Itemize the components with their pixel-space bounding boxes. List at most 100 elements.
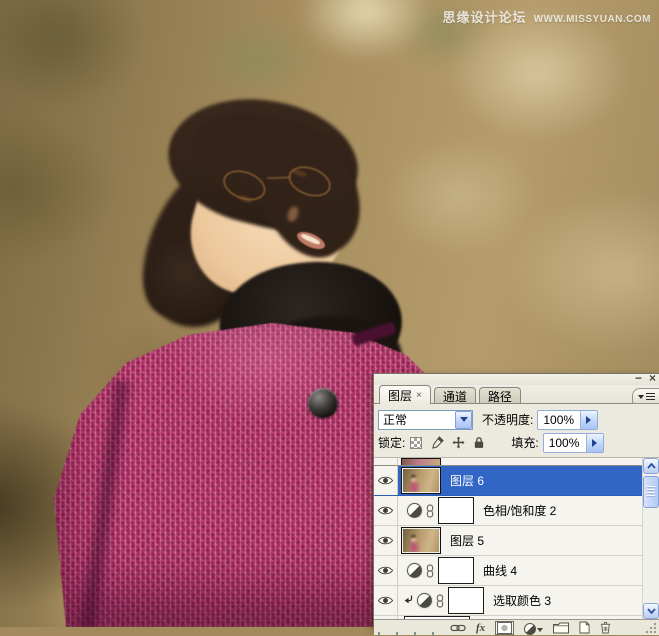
triangle-right-icon [591,438,601,447]
scroll-up-button[interactable] [643,458,659,474]
layer-row-tuceng-5[interactable]: 图层 5 [374,526,642,556]
eye-icon [377,596,394,605]
link-mask-icon [426,503,434,518]
chevron-up-icon [646,463,656,469]
docked-panel-edge [378,632,450,636]
blend-mode-value: 正常 [383,413,408,427]
fill-slider-button[interactable] [585,433,603,452]
layer-name[interactable]: 图层 5 [450,532,484,549]
new-layer-button[interactable] [579,621,590,635]
layer-name[interactable]: 曲线 4 [483,562,517,579]
adjustment-layer-icon[interactable] [407,503,422,518]
tab-paths-label: 路径 [487,389,512,404]
layer-list: 图层 6 色相/饱和度 2 图层 5 曲线 4 选取颜色 3 [374,457,659,619]
opacity-value[interactable]: 100% [538,413,580,427]
blend-mode-select[interactable]: 正常 [378,409,473,430]
opacity-label: 不透明度: [482,413,534,427]
lock-label: 锁定: [378,436,406,450]
adjustment-icon [524,622,537,635]
layer-row-selective-color-3[interactable]: 选取颜色 3 [374,586,642,616]
menu-triangle-icon [637,394,644,402]
mask-icon [497,621,513,634]
visibility-toggle[interactable] [374,496,398,525]
move-icon [452,436,465,449]
add-layer-mask-button[interactable] [495,620,515,635]
panel-resize-grip[interactable] [645,622,657,634]
fx-icon: fx [476,621,486,634]
fill-control: 100% [542,432,604,453]
blend-mode-dropdown-button[interactable] [455,410,472,429]
scrollbar-track[interactable] [643,508,659,603]
adjustment-layer-icon[interactable] [417,593,432,608]
visibility-toggle[interactable] [374,556,398,585]
fill-label: 填充: [511,436,539,450]
link-layers-button[interactable] [450,621,466,635]
lock-all-button[interactable] [472,436,486,450]
watermark-site-name: 思缘设计论坛 [442,10,527,25]
tab-layers[interactable]: 图层 × [379,385,431,404]
visibility-toggle[interactable] [374,466,398,495]
layer-name[interactable]: 图层 6 [450,472,484,489]
lock-fill-row: 锁定: 填充: 100% [378,431,655,454]
tab-channels[interactable]: 通道 [433,387,476,404]
layer-row-tuceng-6[interactable]: 图层 6 [374,466,642,496]
eye-icon [377,506,394,515]
layer-list-scrollbar[interactable] [642,458,659,619]
brush-icon [431,436,444,449]
tab-channels-label: 通道 [442,389,467,404]
delete-layer-button[interactable] [600,621,611,635]
layer-row-hue-saturation-2[interactable]: 色相/饱和度 2 [374,496,642,526]
chain-icon [450,624,466,631]
opacity-control: 100% [537,409,599,430]
trash-icon [601,622,611,634]
eye-icon [377,566,394,575]
link-mask-icon [426,563,434,578]
layer-thumbnail[interactable] [401,527,441,554]
lock-pixels-button[interactable] [430,436,444,450]
layer-name[interactable]: 色相/饱和度 2 [483,502,556,519]
tab-close-icon[interactable]: × [416,390,422,401]
panel-titlebar[interactable]: − × [374,372,659,385]
padlock-icon [475,437,484,448]
triangle-right-icon [586,415,595,424]
new-adjustment-layer-button[interactable] [524,621,544,635]
lock-icons [409,436,486,450]
tab-paths[interactable]: 路径 [478,387,521,404]
lock-position-button[interactable] [451,436,465,450]
watermark-site-url: WWW.MISSYUAN.COM [533,14,651,25]
layer-mask-thumbnail[interactable] [438,497,474,524]
panel-bottom-bar: fx [374,619,659,636]
new-group-button[interactable] [553,621,570,635]
panel-minimize-button[interactable]: − [635,372,642,384]
scrollbar-thumb[interactable] [643,476,659,508]
layer-name[interactable]: 选取颜色 3 [493,592,551,609]
eye-column-stub [374,458,398,465]
new-page-icon [579,621,590,634]
layer-mask-thumbnail[interactable] [448,587,484,614]
chevron-down-icon [459,417,468,426]
panel-menu-button[interactable] [632,388,659,404]
layer-style-button[interactable]: fx [476,621,485,635]
panel-close-button[interactable]: × [649,372,656,384]
opacity-slider-button[interactable] [580,410,598,429]
clipping-mask-icon [404,595,413,604]
link-mask-icon [436,593,444,608]
eye-icon [377,536,394,545]
partial-layer-thumbnail [401,458,441,465]
adjustment-layer-icon[interactable] [407,563,422,578]
triangle-down-icon [537,627,544,635]
scroll-down-button[interactable] [643,603,659,619]
panel-tabs-row: 图层 × 通道 路径 [374,385,659,404]
layer-thumbnail[interactable] [401,467,441,494]
visibility-toggle[interactable] [374,586,398,615]
layer-row-curves-4[interactable]: 曲线 4 [374,556,642,586]
lock-transparency-button[interactable] [409,436,423,450]
checkerboard-icon [410,436,423,449]
tab-layers-label: 图层 [388,389,413,403]
chevron-down-icon [646,608,656,614]
layer-mask-thumbnail[interactable] [438,557,474,584]
fill-value[interactable]: 100% [544,436,586,450]
layers-panel: − × 图层 × 通道 路径 正常 不透明度: 100% 锁定: 填充: 100… [373,372,659,636]
visibility-toggle[interactable] [374,526,398,555]
menu-lines-icon [645,393,655,400]
